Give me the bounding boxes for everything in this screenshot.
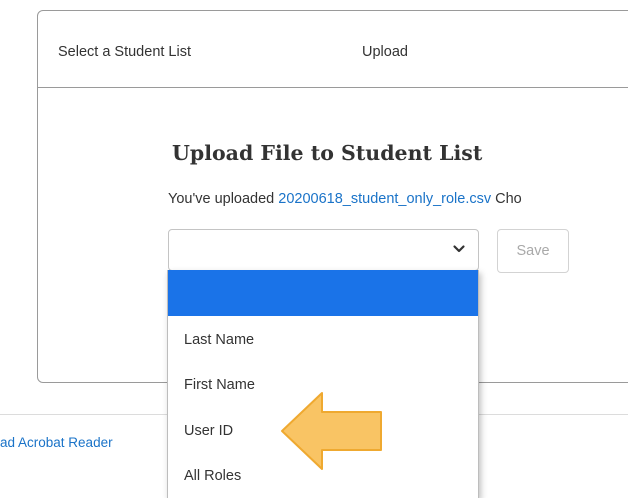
footer-acrobat-link[interactable]: ad Acrobat Reader: [0, 435, 113, 450]
step-upload[interactable]: Upload: [362, 44, 408, 60]
option-label: Last Name: [184, 332, 255, 348]
uploaded-file-link[interactable]: 20200618_student_only_role.csv: [278, 191, 491, 207]
option-blank[interactable]: [168, 270, 478, 316]
wizard-steps: Select a Student List Upload: [38, 11, 628, 88]
option-last-name[interactable]: Last Name: [168, 318, 478, 364]
step-select-student-list[interactable]: Select a Student List: [58, 44, 191, 60]
upload-status-text: You've uploaded 20200618_student_only_ro…: [168, 191, 522, 207]
option-label: All Roles: [184, 468, 242, 484]
left-arrow-icon: [281, 392, 382, 470]
save-button[interactable]: Save: [497, 229, 569, 273]
column-mapping-select[interactable]: [168, 229, 479, 271]
option-label: First Name: [184, 377, 255, 393]
option-label: User ID: [184, 423, 234, 439]
uploaded-prefix: You've uploaded: [168, 191, 279, 207]
choose-text: Cho: [491, 191, 522, 207]
chevron-down-icon: [453, 245, 465, 253]
page-title: Upload File to Student List: [172, 141, 483, 165]
